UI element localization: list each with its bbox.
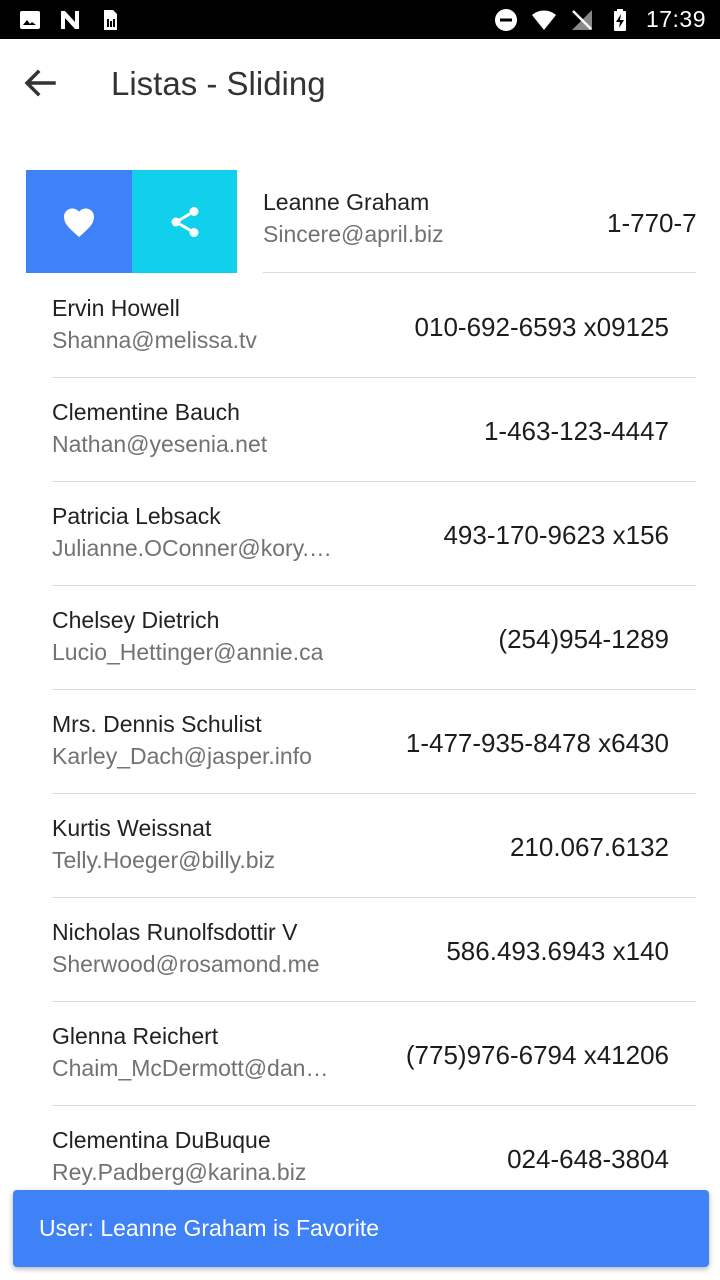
list-item[interactable]: Patricia Lebsack Julianne.OConner@kory.o…: [52, 482, 696, 586]
user-email: Chaim_McDermott@dana.io: [52, 1055, 337, 1081]
user-phone: 024-648-3804: [507, 1144, 669, 1174]
user-phone: 1-770-736-8031 x56442: [607, 208, 696, 238]
list-item[interactable]: Kurtis Weissnat Telly.Hoeger@billy.biz 2…: [52, 794, 696, 898]
user-email: Lucio_Hettinger@annie.ca: [52, 639, 324, 665]
sim-card-icon: [104, 10, 117, 30]
user-name: Leanne Graham: [263, 189, 430, 215]
share-icon: [171, 206, 198, 237]
snackbar: User: Leanne Graham is Favorite: [13, 1190, 709, 1267]
user-phone: 1-463-123-4447: [483, 416, 669, 446]
list-item-content[interactable]: Leanne Graham Sincere@april.biz 1-770-73…: [263, 170, 696, 273]
share-button[interactable]: [132, 170, 237, 273]
user-name: Glenna Reichert: [52, 1023, 219, 1049]
user-email: Rey.Padberg@karina.biz: [52, 1159, 307, 1185]
user-email: Julianne.OConner@kory.org: [52, 535, 337, 561]
list-item-slid[interactable]: Leanne Graham Sincere@april.biz 1-770-73…: [0, 170, 720, 274]
n-notification-icon: [61, 11, 79, 29]
slide-actions: [26, 170, 237, 273]
status-bar: 17:39: [0, 0, 720, 39]
image-notification-icon: [20, 11, 40, 29]
user-email: Sherwood@rosamond.me: [52, 951, 320, 977]
user-phone: 1-477-935-8478 x6430: [405, 728, 669, 758]
user-phone: (775)976-6794 x41206: [405, 1040, 669, 1070]
user-name: Ervin Howell: [52, 295, 180, 321]
status-time: 17:39: [645, 6, 706, 32]
do-not-disturb-icon: [494, 8, 517, 31]
user-phone: (254)954-1289: [498, 624, 669, 654]
user-name: Nicholas Runolfsdottir V: [52, 919, 298, 945]
user-email: Karley_Dach@jasper.info: [52, 743, 312, 769]
page-title: Listas - Sliding: [111, 65, 326, 102]
user-email: Sincere@april.biz: [263, 221, 444, 247]
back-arrow-icon[interactable]: [18, 61, 62, 105]
list-item[interactable]: Mrs. Dennis Schulist Karley_Dach@jasper.…: [52, 690, 696, 794]
user-email: Nathan@yesenia.net: [52, 431, 268, 457]
user-phone: 010-692-6593 x09125: [414, 312, 669, 342]
list-item[interactable]: Chelsey Dietrich Lucio_Hettinger@annie.c…: [52, 586, 696, 690]
favorite-button[interactable]: [26, 170, 132, 273]
user-email: Telly.Hoeger@billy.biz: [52, 847, 276, 873]
user-name: Mrs. Dennis Schulist: [52, 711, 262, 737]
user-name: Kurtis Weissnat: [52, 815, 212, 841]
app-bar: Listas - Sliding: [0, 39, 720, 131]
wifi-icon: [531, 10, 556, 30]
snackbar-message: User: Leanne Graham is Favorite: [39, 1215, 380, 1241]
user-phone: 586.493.6943 x140: [446, 936, 669, 966]
user-name: Clementine Bauch: [52, 399, 240, 425]
user-name: Patricia Lebsack: [52, 503, 221, 529]
heart-icon: [64, 208, 94, 237]
user-name: Chelsey Dietrich: [52, 607, 220, 633]
list-item[interactable]: Glenna Reichert Chaim_McDermott@dana.io …: [52, 1002, 696, 1106]
list-item[interactable]: Nicholas Runolfsdottir V Sherwood@rosamo…: [52, 898, 696, 1002]
user-phone: 493-170-9623 x156: [443, 520, 669, 550]
user-phone: 210.067.6132: [509, 832, 669, 862]
list-item[interactable]: Ervin Howell Shanna@melissa.tv 010-692-6…: [52, 274, 696, 378]
no-signal-icon: [571, 9, 592, 30]
list-item[interactable]: Clementine Bauch Nathan@yesenia.net 1-46…: [52, 378, 696, 482]
battery-charging-icon: [613, 8, 626, 31]
user-email: Shanna@melissa.tv: [52, 327, 257, 353]
user-name: Clementina DuBuque: [52, 1127, 271, 1153]
